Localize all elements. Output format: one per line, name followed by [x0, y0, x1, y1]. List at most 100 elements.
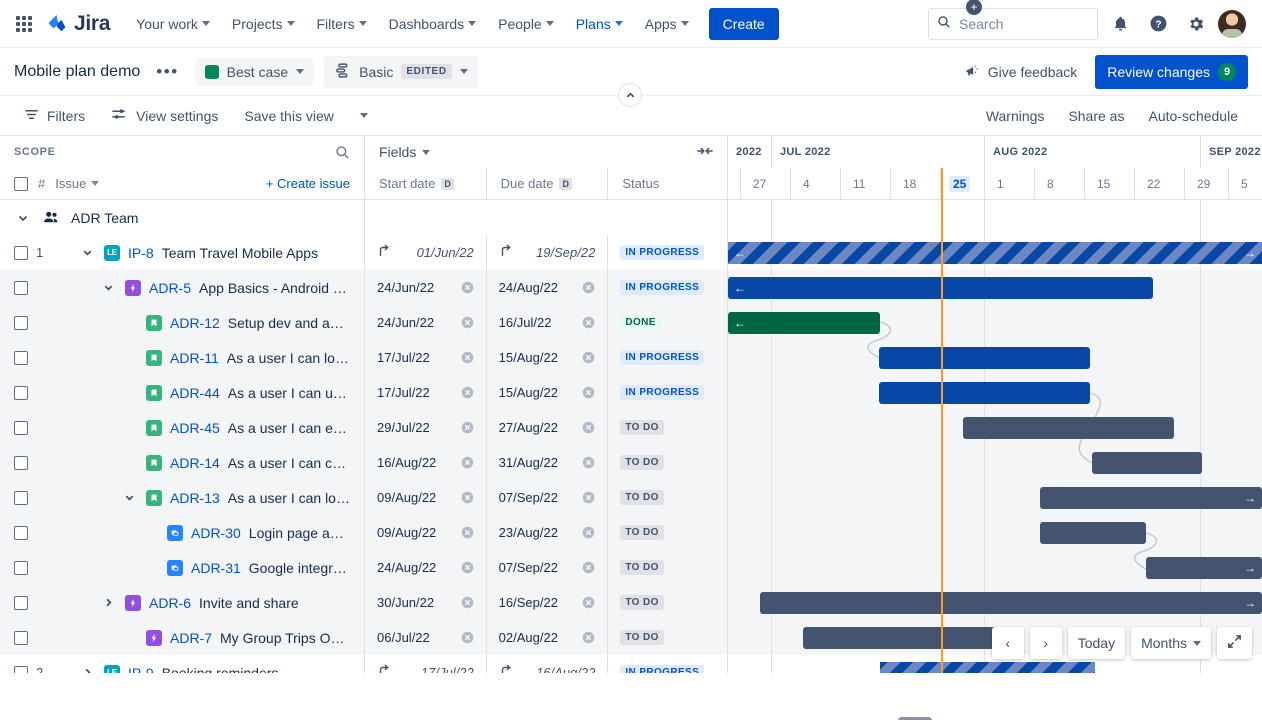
collapse-header-button[interactable]	[618, 83, 642, 107]
gantt-bar-ip-8[interactable]: ← →	[728, 242, 1262, 264]
clear-date-icon[interactable]	[582, 386, 595, 399]
search-input[interactable]	[959, 15, 1089, 32]
clear-date-icon[interactable]	[461, 491, 474, 504]
clear-date-icon[interactable]	[582, 631, 595, 644]
start-date-value[interactable]: 24/Aug/22	[377, 560, 436, 575]
clear-date-icon[interactable]	[461, 596, 474, 609]
status-cell[interactable]: In progress	[608, 340, 727, 375]
nav-filters[interactable]: Filters	[307, 10, 377, 38]
avatar[interactable]	[1218, 9, 1246, 38]
nav-projects[interactable]: Projects	[222, 10, 305, 38]
scope-row-adr-31[interactable]: ADR-31 Google integration	[0, 550, 364, 585]
start-date-cell[interactable]: 30/Jun/22	[365, 585, 487, 620]
status-cell[interactable]: To do	[608, 480, 727, 515]
timeline-fullscreen-button[interactable]	[1217, 627, 1252, 659]
help-icon[interactable]: ?	[1142, 8, 1174, 40]
row-checkbox[interactable]	[14, 455, 28, 470]
notifications-icon[interactable]	[1104, 8, 1136, 40]
due-date-value[interactable]: 27/Aug/22	[499, 420, 558, 435]
timeline-today-button[interactable]: Today	[1067, 627, 1126, 659]
timeline-prev-button[interactable]: ‹	[991, 627, 1024, 659]
due-date-cell[interactable]: 15/Aug/22	[487, 340, 609, 375]
jira-logo[interactable]: Jira	[46, 12, 110, 36]
gantt-bar-adr-44[interactable]	[879, 382, 1090, 404]
start-date-value[interactable]: 06/Jul/22	[377, 630, 430, 645]
give-feedback-button[interactable]: Give feedback	[954, 55, 1088, 89]
row-twisty-icon[interactable]	[120, 489, 138, 507]
start-date-value[interactable]: 24/Jun/22	[377, 315, 434, 330]
view-settings-button[interactable]: View settings	[101, 100, 228, 132]
group-twisty-icon[interactable]	[14, 209, 32, 227]
due-date-value[interactable]: 15/Aug/22	[499, 350, 558, 365]
gantt-bar-adr-7[interactable]	[803, 627, 998, 649]
clear-date-icon[interactable]	[582, 561, 595, 574]
due-date-cell[interactable]: 15/Aug/22	[487, 375, 609, 410]
status-cell[interactable]: To do	[608, 410, 727, 445]
scope-row-adr-44[interactable]: ADR-44 As a user I can update my lo...	[0, 375, 364, 410]
due-date-value[interactable]: 16/Jul/22	[499, 315, 552, 330]
start-date-value[interactable]: 17/Jul/22	[377, 385, 430, 400]
row-checkbox[interactable]	[14, 630, 28, 645]
start-date-cell[interactable]: 29/Jul/22	[365, 410, 487, 445]
start-date-cell[interactable]: 17/Jul/22	[365, 655, 487, 673]
scope-row-adr-45[interactable]: ADR-45 As a user I can enable push ...	[0, 410, 364, 445]
status-cell[interactable]: In progress	[608, 235, 727, 270]
due-date-cell[interactable]: 16/Aug/22	[487, 655, 609, 673]
scope-row-adr-30[interactable]: ADR-30 Login page analytics	[0, 515, 364, 550]
warnings-button[interactable]: Warnings	[976, 102, 1055, 130]
select-all-checkbox[interactable]	[14, 176, 28, 191]
fields-selector[interactable]: Fields	[379, 144, 431, 160]
start-date-cell[interactable]: 17/Jul/22	[365, 375, 487, 410]
collapse-fields-icon[interactable]	[697, 144, 713, 160]
nav-dashboards[interactable]: Dashboards	[379, 10, 487, 38]
clear-date-icon[interactable]	[461, 631, 474, 644]
clear-date-icon[interactable]	[461, 421, 474, 434]
scope-row-adr-14[interactable]: ADR-14 As a user I can create a cust...	[0, 445, 364, 480]
issue-key-link[interactable]: ADR-31	[191, 560, 241, 576]
scope-row-adr-13[interactable]: ADR-13 As a user I can log into the s...	[0, 480, 364, 515]
create-button[interactable]: Create	[708, 7, 779, 40]
create-issue-button[interactable]: + Create issue	[266, 176, 350, 191]
auto-schedule-button[interactable]: Auto-schedule	[1138, 102, 1248, 130]
scenario-selector[interactable]: Best case	[194, 57, 315, 86]
scope-row-ip-8[interactable]: 1 LE IP-8 Team Travel Mobile Apps	[0, 235, 364, 270]
row-twisty-icon[interactable]	[78, 244, 96, 262]
start-date-cell[interactable]: 16/Aug/22	[365, 445, 487, 480]
scope-row-adr-7[interactable]: ADR-7 My Group Trips Overview	[0, 620, 364, 655]
start-date-value[interactable]: 09/Aug/22	[377, 525, 436, 540]
row-twisty-icon[interactable]	[78, 664, 96, 673]
gantt-bar-ip-9[interactable]	[880, 662, 1095, 673]
nav-your-work[interactable]: Your work	[126, 10, 220, 38]
gantt-bar-adr-11[interactable]	[879, 347, 1090, 369]
clear-date-icon[interactable]	[461, 351, 474, 364]
nav-apps[interactable]: Apps	[635, 10, 699, 38]
start-date-value[interactable]: 16/Aug/22	[377, 455, 436, 470]
due-date-cell[interactable]: 02/Aug/22	[487, 620, 609, 655]
timeline-zoom-select[interactable]: Months	[1131, 627, 1211, 659]
due-date-value[interactable]: 15/Aug/22	[499, 385, 558, 400]
scope-row-ip-9[interactable]: 2 LE IP-9 Booking reminders	[0, 655, 364, 673]
issue-key-link[interactable]: ADR-6	[149, 595, 191, 611]
issue-key-link[interactable]: IP-8	[128, 245, 154, 261]
scope-row-adr-6[interactable]: ADR-6 Invite and share	[0, 585, 364, 620]
due-date-cell[interactable]: 23/Aug/22	[487, 515, 609, 550]
issue-key-link[interactable]: ADR-44	[170, 385, 220, 401]
row-checkbox[interactable]	[14, 665, 28, 673]
group-row-adr-team[interactable]: ADR Team	[0, 200, 364, 235]
clear-date-icon[interactable]	[582, 281, 595, 294]
status-cell[interactable]: To do	[608, 515, 727, 550]
clear-date-icon[interactable]	[461, 526, 474, 539]
clear-date-icon[interactable]	[461, 316, 474, 329]
row-checkbox[interactable]	[14, 350, 28, 365]
review-changes-button[interactable]: Review changes 9	[1095, 54, 1248, 89]
clear-date-icon[interactable]	[582, 351, 595, 364]
nav-people[interactable]: People	[488, 10, 564, 38]
due-date-value[interactable]: 23/Aug/22	[499, 525, 558, 540]
due-date-cell[interactable]: 16/Sep/22	[487, 585, 609, 620]
status-cell[interactable]: In progress	[608, 655, 727, 673]
settings-icon[interactable]	[1180, 8, 1212, 40]
clear-date-icon[interactable]	[461, 561, 474, 574]
search-box[interactable]	[928, 7, 1098, 40]
gantt-bar-adr-13[interactable]: →	[1040, 487, 1262, 509]
start-date-cell[interactable]: 24/Jun/22	[365, 305, 487, 340]
